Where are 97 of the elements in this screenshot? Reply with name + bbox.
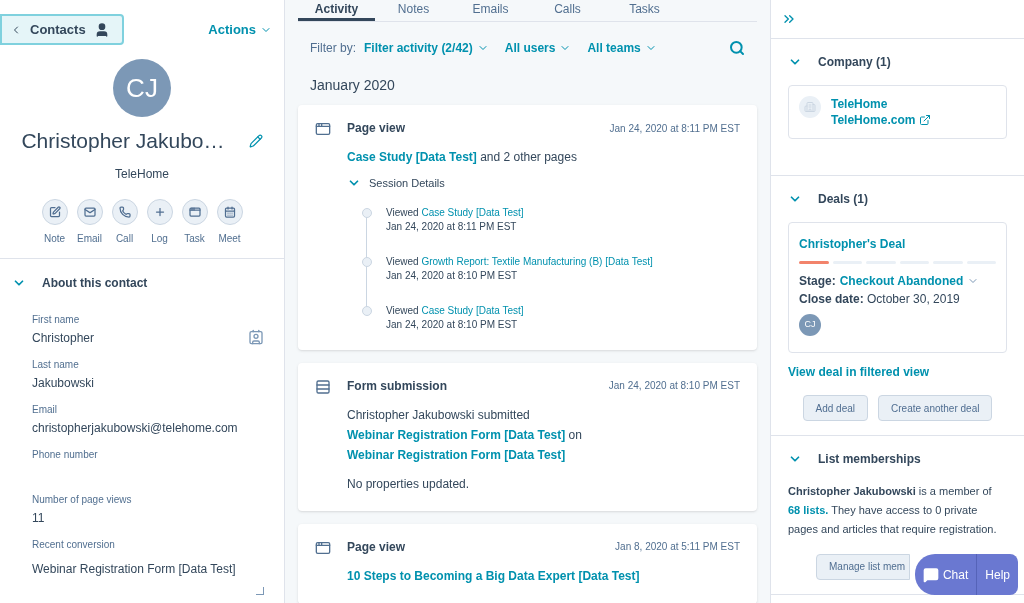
viewed-entry: Viewed Case Study [Data Test] xyxy=(386,303,524,318)
window-icon xyxy=(315,539,331,556)
viewed-entry: Viewed Growth Report: Textile Manufacturing (B) [Data Test] xyxy=(386,254,653,269)
field-value[interactable]: 11 xyxy=(32,508,45,527)
calendar-icon xyxy=(223,205,236,218)
form-icon xyxy=(315,378,331,395)
section-title[interactable]: Deals (1) xyxy=(818,190,869,208)
field-value[interactable]: Jakubowski xyxy=(32,373,95,392)
phone-icon xyxy=(118,205,131,218)
quick-action-label: Call xyxy=(115,231,134,246)
tab[interactable]: Tasks xyxy=(606,0,683,21)
plus-icon xyxy=(153,205,166,218)
company-name: TeleHome xyxy=(115,165,169,183)
entry-time: Jan 24, 2020 at 8:10 PM EST xyxy=(386,317,519,332)
stage-dropdown[interactable]: Checkout Abandoned xyxy=(839,272,980,290)
field-label: Last name xyxy=(32,357,80,372)
chat-widget[interactable]: Chat Help xyxy=(914,554,1018,595)
deal-button[interactable]: Add deal xyxy=(802,395,869,421)
activity-title: Page view xyxy=(347,120,406,137)
activity-time: Jan 24, 2020 at 8:11 PM EST xyxy=(609,121,740,136)
quick-action-button[interactable] xyxy=(181,198,208,225)
deal-link[interactable]: Christopher's Deal xyxy=(799,235,996,253)
membership-text: Christopher Jakubowski is a member of 68 lists. They have access to 0 private pages and articles that require registration. xyxy=(788,484,998,537)
field-label: Number of page views xyxy=(32,492,133,507)
entry-time: Jan 24, 2020 at 8:10 PM EST xyxy=(386,268,519,283)
back-button[interactable]: Contacts xyxy=(0,14,124,45)
note-icon xyxy=(48,205,61,218)
quick-action-button[interactable] xyxy=(146,198,173,225)
activity-time: Jan 24, 2020 at 8:10 PM EST xyxy=(608,379,740,393)
search-icon[interactable] xyxy=(729,40,745,56)
building-icon xyxy=(799,96,821,118)
link[interactable]: 68 lists. xyxy=(788,504,829,516)
tab[interactable]: Calls xyxy=(529,0,606,21)
edit-icon[interactable] xyxy=(248,133,263,148)
stage-label: Stage: xyxy=(799,273,836,290)
tab[interactable]: Emails xyxy=(452,0,529,21)
chat-label[interactable]: Chat xyxy=(942,565,969,584)
section-title[interactable]: About this contact xyxy=(42,273,148,292)
company-link[interactable]: TeleHome xyxy=(831,96,932,112)
manage-lists-button[interactable]: Manage list mem xyxy=(816,553,911,580)
viewed-entry: Viewed Case Study [Data Test] xyxy=(386,205,524,220)
quick-action-label: Meet xyxy=(218,231,241,246)
activity-title: Form submission xyxy=(347,377,447,395)
page-link[interactable]: Growth Report: Textile Manufacturing (B) [Data Test] xyxy=(421,255,653,267)
help-label[interactable]: Help xyxy=(977,565,1018,584)
deal-button[interactable]: Create another deal xyxy=(878,395,993,421)
field-value[interactable]: christopherjakubowski@telehome.com xyxy=(32,418,238,437)
activity-time: Jan 8, 2020 at 5:11 PM EST xyxy=(615,540,740,554)
section-title[interactable]: Company (1) xyxy=(818,53,891,71)
field-label: Email xyxy=(32,402,58,417)
filter-dropdown[interactable]: All teams xyxy=(587,39,657,57)
filter-label: Filter by: xyxy=(310,40,356,57)
filter-dropdown[interactable]: All users xyxy=(504,39,572,57)
tab[interactable]: Activity xyxy=(298,0,375,21)
contact-name: Christopher Jakubo… xyxy=(21,128,225,154)
page-link[interactable]: Case Study [Data Test] xyxy=(421,206,524,218)
page-link[interactable]: Case Study [Data Test] xyxy=(421,304,524,316)
external-link-icon xyxy=(919,114,932,126)
activity-summary: Christopher Jakubowski submitted Webinar Registration Form [Data Test] on Webinar Registration Form [Data Test] xyxy=(347,406,583,464)
month-heading: January 2020 xyxy=(309,76,396,95)
session-toggle[interactable]: Session Details xyxy=(369,175,445,192)
filter-dropdown[interactable]: Filter activity (2/42) xyxy=(364,39,489,57)
quick-action-label: Task xyxy=(184,231,205,246)
tab[interactable]: Notes xyxy=(375,0,452,21)
window-icon xyxy=(188,205,201,218)
link[interactable]: Case Study [Data Test] xyxy=(347,150,477,164)
domain-link[interactable]: TeleHome.com xyxy=(831,112,932,128)
filtered-view-link[interactable]: View deal in filtered view xyxy=(788,363,1007,381)
resize-handle-icon[interactable] xyxy=(256,586,264,595)
owner-avatar: CJ xyxy=(799,314,821,336)
field-label: First name xyxy=(32,312,81,327)
quick-action-label: Email xyxy=(77,231,102,246)
activity-title: Page view xyxy=(347,538,406,556)
activity-summary: Case Study [Data Test] and 2 other pages xyxy=(347,149,578,166)
link[interactable]: Webinar Registration Form [Data Test] xyxy=(347,427,566,442)
chat-bubble-icon xyxy=(922,566,939,583)
quick-action-button[interactable] xyxy=(76,198,103,225)
quick-action-label: Note xyxy=(43,231,66,246)
window-icon xyxy=(315,121,331,137)
text-area[interactable]: Webinar Registration Form [Data Test] xyxy=(32,551,264,599)
section-title[interactable]: List memberships xyxy=(818,450,921,468)
field-label: Phone number xyxy=(32,447,99,462)
field-value[interactable]: Christopher xyxy=(32,328,95,347)
contact-card-icon[interactable] xyxy=(248,328,264,345)
field-label: Recent conversion xyxy=(32,537,116,552)
close-date: Close date: October 30, 2019 xyxy=(799,291,961,308)
quick-action-button[interactable] xyxy=(111,198,138,225)
avatar: CJ xyxy=(113,59,171,117)
quick-action-button[interactable] xyxy=(41,198,68,225)
entry-time: Jan 24, 2020 at 8:11 PM EST xyxy=(386,219,518,234)
link[interactable]: Webinar Registration Form [Data Test] xyxy=(347,447,566,462)
actions-menu[interactable]: Actions xyxy=(208,19,272,40)
quick-action-label: Log xyxy=(151,231,168,246)
envelope-icon xyxy=(83,205,96,218)
activity-note: No properties updated. xyxy=(347,475,471,493)
link[interactable]: 10 Steps to Becoming a Big Data Expert [Data Test] xyxy=(347,568,640,583)
quick-action-button[interactable] xyxy=(216,198,243,225)
